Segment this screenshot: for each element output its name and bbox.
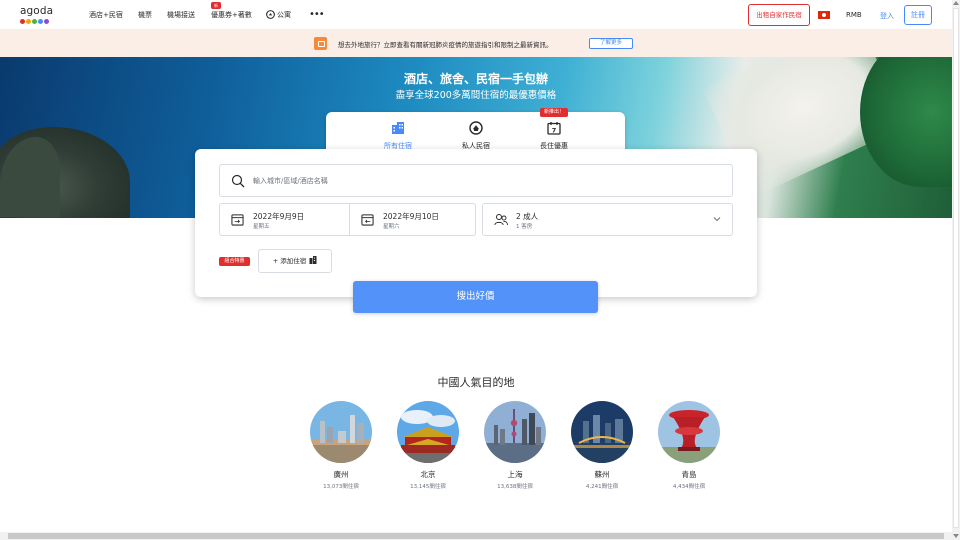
destination-city: 青島 — [681, 470, 697, 479]
guest-count: 2 成人 — [516, 212, 539, 221]
suzhou-photo — [571, 401, 633, 463]
currency-selector[interactable]: RMB — [846, 11, 862, 19]
covid-notice-bar: 想去外地旅行？立即查看有關新冠肺炎疫情的旅遊指引和限制之最新資訊。 了解更多 — [0, 30, 952, 57]
nav-hotels-homes[interactable]: 酒店+民宿 — [89, 10, 123, 20]
destination-property-count: 13,073間住宿 — [323, 484, 359, 490]
vertical-scrollbar[interactable] — [952, 0, 960, 540]
check-in-calendar-icon — [231, 214, 244, 226]
nav-apartments[interactable]: 公寓 — [266, 10, 291, 20]
destination-property-count: 4,241間住宿 — [585, 484, 619, 490]
search-input[interactable] — [253, 174, 713, 188]
beijing-photo — [397, 401, 459, 463]
chevron-down-icon — [713, 217, 721, 222]
guests-icon — [494, 214, 508, 226]
room-count: 1 客房 — [516, 224, 533, 230]
nav-airport-transfer[interactable]: 機場接送 — [167, 10, 195, 20]
top-navigation: agoda 酒店+民宿 機票 機場接送 新 優惠券+著數 公寓 ••• 出租自家… — [0, 0, 952, 30]
nav-flights[interactable]: 機票 — [138, 10, 152, 20]
vertical-scroll-thumb[interactable] — [953, 8, 959, 528]
search-submit-button[interactable]: 搜出好價 — [353, 281, 598, 313]
bundle-deal-badge: 組合特惠 — [219, 257, 250, 266]
check-in-weekday: 星期五 — [253, 224, 270, 230]
destination-card-shanghai[interactable]: 上海 13,638間住宿 — [484, 401, 546, 490]
search-icon — [231, 174, 245, 188]
destination-property-count: 4,434間住宿 — [672, 484, 706, 490]
destination-city: 蘇州 — [594, 470, 610, 479]
search-card: 2022年9月9日 星期五 2022年9月10日 星期六 2 成人 1 客房 組… — [195, 149, 757, 297]
destination-card-guangzhou[interactable]: 廣州 13,073間住宿 — [310, 401, 372, 490]
nav-coupons-deals[interactable]: 優惠券+著數 — [211, 10, 252, 20]
hotel-icon — [309, 256, 317, 264]
scroll-up-arrow-icon[interactable] — [953, 1, 959, 5]
logo-text: agoda — [20, 5, 54, 17]
check-out-date: 2022年9月10日 — [383, 212, 439, 221]
check-in-field[interactable]: 2022年9月9日 星期五 — [220, 204, 348, 235]
new-launch-badge: 新推出！ — [540, 108, 568, 117]
nav-apartments-label: 公寓 — [277, 11, 291, 19]
list-property-button[interactable]: 出租自家作民宿 — [748, 4, 810, 26]
popular-destinations-title: 中國人氣目的地 — [437, 376, 515, 389]
agoda-logo[interactable]: agoda — [20, 5, 60, 25]
sign-in-link[interactable]: 登入 — [880, 11, 894, 21]
destination-city: 北京 — [420, 470, 436, 479]
add-stay-label: + 添加住宿 — [272, 257, 307, 265]
logo-dots — [20, 19, 49, 24]
notice-text: 想去外地旅行？立即查看有關新冠肺炎疫情的旅遊指引和限制之最新資訊。 — [338, 41, 553, 49]
hong-kong-flag-icon[interactable] — [818, 11, 830, 19]
destination-property-count: 13,638間住宿 — [497, 484, 533, 490]
date-range-picker: 2022年9月9日 星期五 2022年9月10日 星期六 — [219, 203, 476, 236]
horizontal-scrollbar[interactable] — [0, 532, 952, 540]
guangzhou-photo — [310, 401, 372, 463]
scroll-down-arrow-icon[interactable] — [953, 534, 959, 538]
destination-city: 廣州 — [333, 470, 349, 479]
horizontal-scroll-thumb[interactable] — [8, 533, 944, 539]
travel-bag-icon — [314, 37, 327, 50]
check-out-calendar-icon — [361, 214, 374, 226]
register-button[interactable]: 註冊 — [904, 5, 932, 25]
destination-property-count: 13,145間住宿 — [410, 484, 446, 490]
apartment-icon — [266, 10, 275, 19]
occupancy-selector[interactable]: 2 成人 1 客房 — [482, 203, 733, 236]
add-stay-button[interactable]: + 添加住宿 — [258, 249, 332, 273]
destination-search-box[interactable] — [219, 164, 733, 197]
destination-card-qingdao[interactable]: 青島 4,434間住宿 — [658, 401, 720, 490]
hero-subtitle: 盡享全球200多萬間住宿的最優惠價格 — [395, 90, 557, 101]
check-out-field[interactable]: 2022年9月10日 星期六 — [350, 204, 478, 235]
new-badge: 新 — [211, 2, 221, 9]
check-out-weekday: 星期六 — [383, 224, 400, 230]
building-icon — [392, 122, 404, 134]
destination-card-beijing[interactable]: 北京 13,145間住宿 — [397, 401, 459, 490]
calendar-7-icon: 7 — [547, 122, 561, 135]
shanghai-photo — [484, 401, 546, 463]
destination-city: 上海 — [507, 470, 523, 479]
home-icon — [469, 121, 483, 135]
svg-text:7: 7 — [552, 127, 557, 135]
learn-more-button[interactable]: 了解更多 — [589, 38, 633, 49]
qingdao-photo — [658, 401, 720, 463]
check-in-date: 2022年9月9日 — [253, 212, 305, 221]
more-horizontal-icon[interactable]: ••• — [309, 9, 325, 20]
hero-title: 酒店、旅舍、民宿一手包辦 — [403, 72, 548, 86]
destination-card-suzhou[interactable]: 蘇州 4,241間住宿 — [571, 401, 633, 490]
